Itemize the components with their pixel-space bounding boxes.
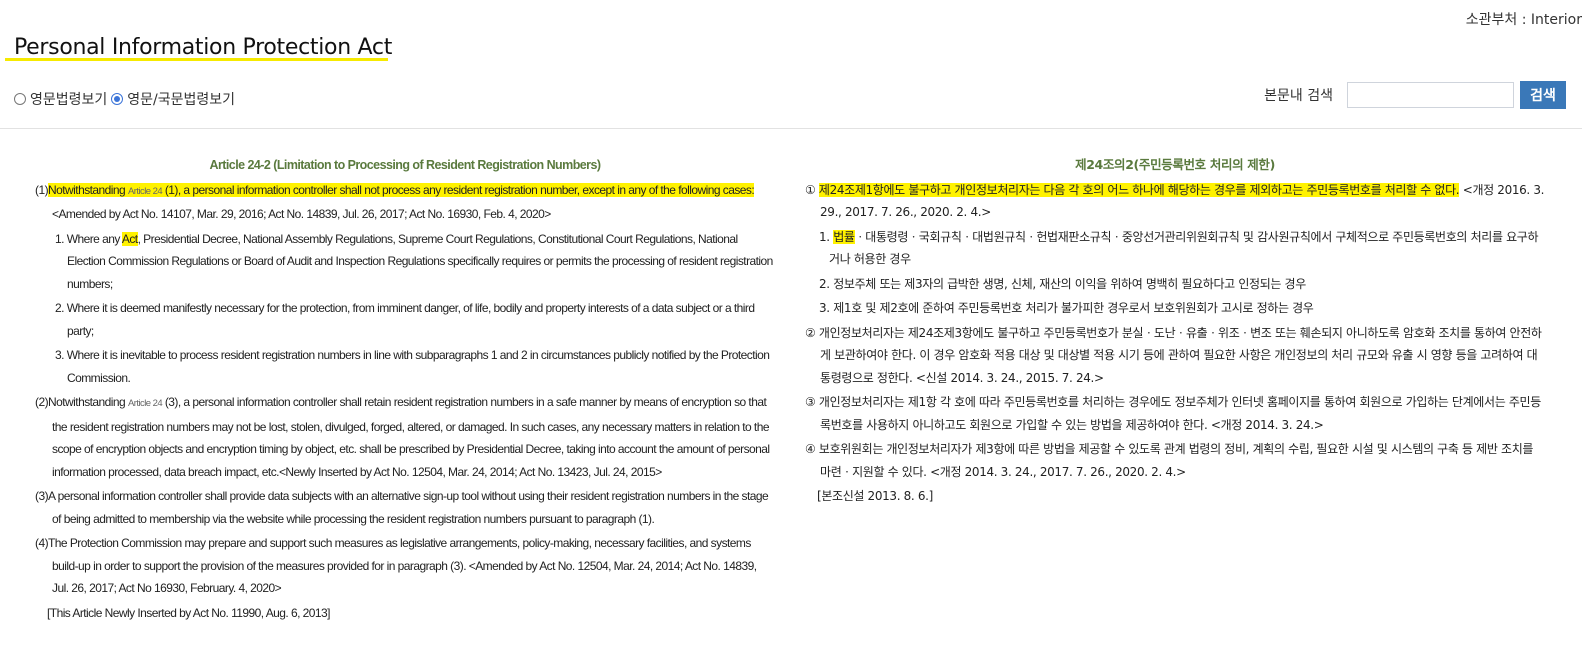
paragraph-text: The Protection Commission may prepare an… xyxy=(48,536,757,595)
english-column: Article 24-2 (Limitation to Processing o… xyxy=(35,154,775,624)
korean-subparagraph-3: 3. 제1호 및 제2호에 준하여 주민등록번호 처리가 불가피한 경우로서 보… xyxy=(815,297,1545,320)
korean-paragraph-4: ④ 보호위원회는 개인정보처리자가 제3항에 따른 방법을 제공할 수 있도록 … xyxy=(805,438,1545,483)
paragraph-number: ④ xyxy=(805,442,819,456)
paragraph-text: 개인정보처리자는 제24조제3항에도 불구하고 주민등록번호가 분실ㆍ도난ㆍ유출… xyxy=(818,325,1542,385)
article-reference-link[interactable]: Article 24 xyxy=(128,186,163,197)
search-input[interactable] xyxy=(1347,82,1514,108)
subparagraph-text: Where any xyxy=(66,231,122,246)
view-bilingual-label: 영문/국문법령보기 xyxy=(127,92,236,108)
subparagraph-text: , Presidential Decree, National Assembly… xyxy=(67,231,773,291)
english-subparagraph-3: 3. Where it is inevitable to process res… xyxy=(45,344,775,389)
paragraph-number: (4) xyxy=(35,536,49,550)
paragraph-number: ① xyxy=(805,182,819,197)
search-button[interactable]: 검색 xyxy=(1520,81,1566,109)
paragraph-text: 개인정보처리자는 제1항 각 호에 따라 주민등록번호를 처리하는 경우에도 정… xyxy=(818,395,1541,432)
paragraph-number: ② xyxy=(805,325,819,340)
paragraph-text: 보호위원회는 개인정보처리자가 제3항에 따른 방법을 제공할 수 있도록 관계… xyxy=(818,442,1534,479)
subparagraph-number: 1. xyxy=(55,231,67,246)
page-title: Personal Information Protection Act xyxy=(14,35,393,60)
view-english-only-label: 영문법령보기 xyxy=(30,92,108,108)
article-reference-link[interactable]: Article 24 xyxy=(128,398,163,409)
highlight-part: Notwithstanding xyxy=(48,182,128,197)
korean-paragraph-3: ③ 개인정보처리자는 제1항 각 호에 따라 주민등록번호를 처리하는 경우에도… xyxy=(805,391,1545,436)
english-subparagraph-1: 1. Where any Act, Presidential Decree, N… xyxy=(45,228,775,296)
subparagraph-number: 3. xyxy=(55,348,67,362)
korean-article-title: 제24조의2(주민등록번호 처리의 제한) xyxy=(1075,157,1275,172)
highlighted-text: Notwithstanding Article 24 (1), a person… xyxy=(48,182,755,197)
korean-subparagraph-2: 2. 정보주체 또는 제3자의 급박한 생명, 신체, 재산의 이익을 위하여 … xyxy=(815,273,1545,296)
view-bilingual-option[interactable]: 영문/국문법령보기 xyxy=(111,89,235,109)
paragraph-number: (3) xyxy=(35,489,49,503)
paragraph-number: (1) xyxy=(35,182,49,197)
subparagraph-text: 정보주체 또는 제3자의 급박한 생명, 신체, 재산의 이익을 위하여 명백히… xyxy=(833,276,1306,291)
ministry-label: 소관부처 : Interior xyxy=(1465,12,1582,28)
view-english-only-option[interactable]: 영문법령보기 xyxy=(14,89,107,109)
view-toggle: 영문법령보기 영문/국문법령보기 xyxy=(14,89,239,109)
english-subparagraph-2: 2. Where it is deemed manifestly necessa… xyxy=(45,297,775,342)
subparagraph-number: 2. xyxy=(55,301,67,315)
subparagraph-text: ㆍ대통령령ㆍ국회규칙ㆍ대법원규칙ㆍ헌법재판소규칙ㆍ중앙선거관리위원회규칙 및 감… xyxy=(829,229,1539,267)
highlighted-text: 제24조제1항에도 불구하고 개인정보처리자는 다음 각 호의 어느 하나에 해… xyxy=(818,182,1460,197)
korean-column: 제24조의2(주민등록번호 처리의 제한) ① 제24조제1항에도 불구하고 개… xyxy=(805,154,1545,508)
korean-subparagraph-1: 1. 법률ㆍ대통령령ㆍ국회규칙ㆍ대법원규칙ㆍ헌법재판소규칙ㆍ중앙선거관리위원회규… xyxy=(815,226,1545,271)
paragraph-text: A personal information controller shall … xyxy=(48,489,769,526)
english-insertion-note: [This Article Newly Inserted by Act No. … xyxy=(47,605,331,620)
highlight-part: (1), a personal information controller s… xyxy=(162,182,755,197)
english-paragraph-4: (4)The Protection Commission may prepare… xyxy=(35,532,775,600)
title-underline xyxy=(5,58,388,61)
korean-paragraph-2: ② 개인정보처리자는 제24조제3항에도 불구하고 주민등록번호가 분실ㆍ도난ㆍ… xyxy=(805,322,1545,390)
paragraph-number: (2) xyxy=(35,395,49,409)
paragraph-number: ③ xyxy=(805,395,819,409)
amendment-note: <Amended by Act No. 14107, Mar. 29, 2016… xyxy=(52,207,551,221)
paragraph-text: Notwithstanding xyxy=(48,395,128,409)
header-divider xyxy=(0,128,1582,129)
view-english-only-radio[interactable] xyxy=(14,93,26,105)
english-paragraph-3: (3)A personal information controller sha… xyxy=(35,485,775,530)
english-paragraph-1: (1)Notwithstanding Article 24 (1), a per… xyxy=(35,179,775,226)
korean-paragraph-1: ① 제24조제1항에도 불구하고 개인정보처리자는 다음 각 호의 어느 하나에… xyxy=(805,179,1545,224)
korean-insertion-note: [본조신설 2013. 8. 6.] xyxy=(817,489,933,503)
highlighted-law: 법률 xyxy=(833,229,855,244)
english-article-title: Article 24-2 (Limitation to Processing o… xyxy=(209,158,601,172)
subparagraph-number: 2. xyxy=(819,276,834,291)
subparagraph-text: Where it is inevitable to process reside… xyxy=(66,348,770,385)
view-bilingual-radio[interactable] xyxy=(111,93,124,105)
subparagraph-number: 3. xyxy=(819,301,834,315)
search-label: 본문내 검색 xyxy=(1264,88,1333,104)
highlighted-act: Act xyxy=(121,231,138,246)
subparagraph-number: 1. xyxy=(819,229,834,244)
subparagraph-text: 제1호 및 제2호에 준하여 주민등록번호 처리가 불가피한 경우로서 보호위원… xyxy=(833,301,1314,315)
search-area: 본문내 검색 검색 xyxy=(1264,81,1566,109)
subparagraph-text: Where it is deemed manifestly necessary … xyxy=(66,301,755,338)
english-paragraph-2: (2)Notwithstanding Article 24 (3), a per… xyxy=(35,391,775,483)
